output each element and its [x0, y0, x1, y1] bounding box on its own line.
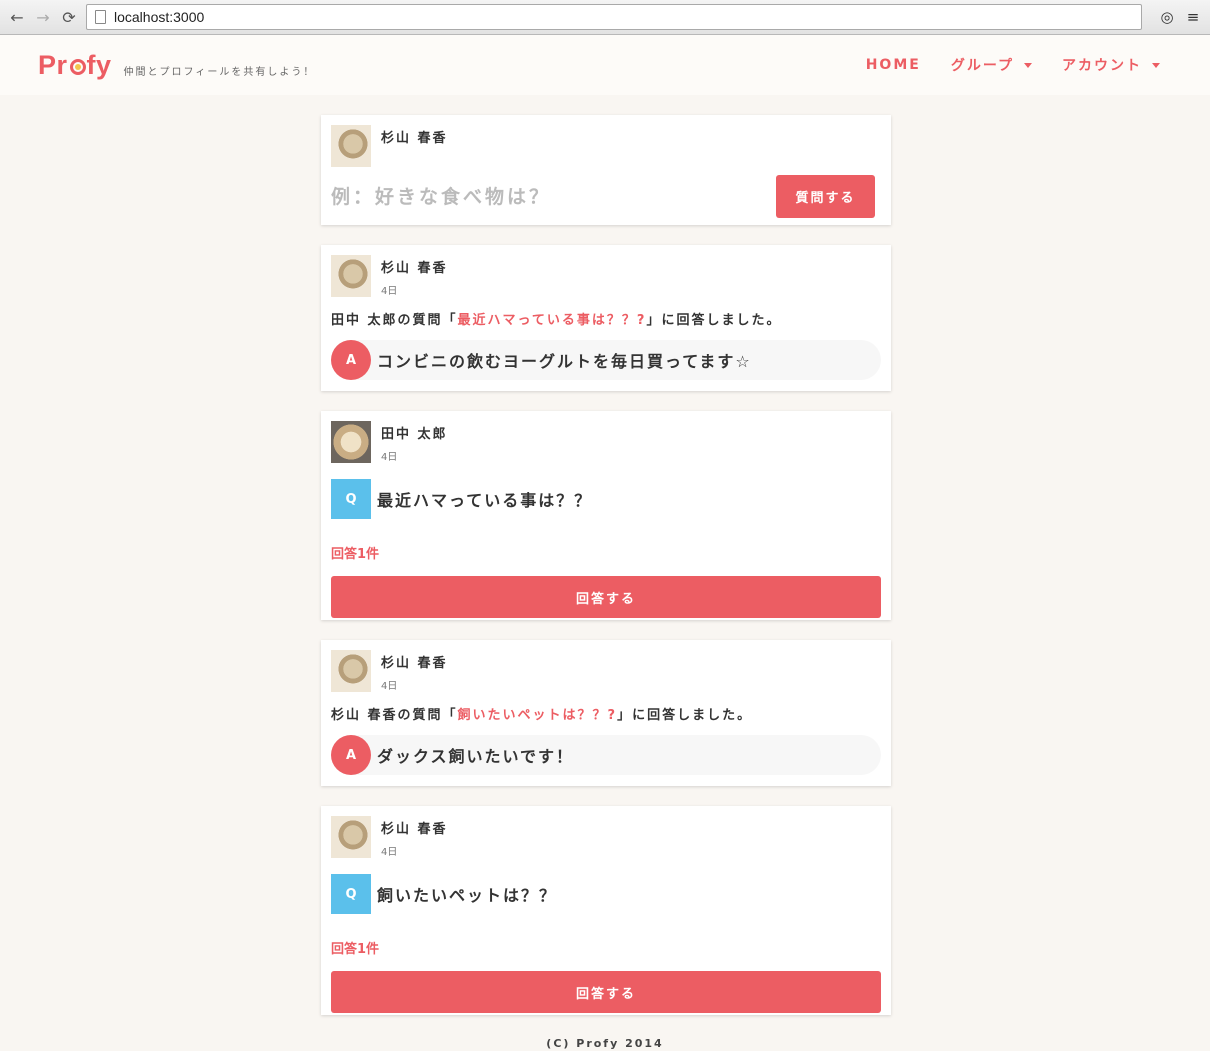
question-row: Q 最近ハマっている事は？？ [331, 479, 881, 519]
forward-icon[interactable]: → [32, 6, 54, 28]
logo-dot-icon [69, 59, 86, 75]
extension-icon[interactable]: ◎ [1156, 6, 1178, 28]
question-row: Q 飼いたいペットは？？ [331, 874, 881, 914]
browser-toolbar: ← → ⟳ localhost:3000 ◎ ≡ [0, 0, 1210, 35]
post-time: 4日 [381, 681, 398, 692]
answer-row: A コンビニの飲むヨーグルトを毎日買ってます☆ [331, 340, 881, 380]
main-nav: HOME グループ アカウント [866, 55, 1160, 75]
avatar[interactable] [331, 650, 371, 692]
user-name[interactable]: 杉山 春香 [381, 257, 448, 276]
answer-button[interactable]: 回答する [331, 576, 881, 618]
activity-suffix: 」に回答しました。 [617, 708, 753, 723]
answer-badge: A [331, 340, 371, 380]
chevron-down-icon [1024, 62, 1032, 68]
footer-copyright: (C) Profy 2014 [546, 1037, 664, 1050]
question-input[interactable] [331, 185, 776, 208]
answer-count-link[interactable]: 回答1件 [331, 938, 881, 957]
post-time: 4日 [381, 847, 398, 858]
page-icon [95, 10, 106, 24]
reload-icon[interactable]: ⟳ [58, 6, 80, 28]
question-text[interactable]: 飼いたいペットは？？ [377, 882, 557, 906]
avatar[interactable] [331, 255, 371, 297]
user-name[interactable]: 杉山 春香 [381, 652, 448, 671]
feed: 杉山 春香 質問する 杉山 春香 4日 田中 太郎の質問「最近ハマっている事は？… [321, 115, 891, 1035]
answer-row: A ダックス飼いたいです！ [331, 735, 881, 775]
user-name[interactable]: 杉山 春香 [381, 127, 448, 146]
activity-prefix: 杉山 春香の質問「 [331, 708, 458, 723]
question-card: 田中 太郎 4日 Q 最近ハマっている事は？？ 回答1件 回答する [321, 411, 891, 620]
answer-button[interactable]: 回答する [331, 971, 881, 1013]
avatar[interactable] [331, 125, 371, 167]
answer-count-link[interactable]: 回答1件 [331, 543, 881, 562]
tagline: 仲間とプロフィールを共有しよう！ [123, 66, 316, 78]
nav-account-dropdown[interactable]: アカウント [1062, 55, 1160, 75]
nav-group-dropdown[interactable]: グループ [951, 55, 1032, 75]
user-row: 杉山 春香 [331, 125, 881, 167]
address-bar[interactable]: localhost:3000 [86, 4, 1142, 30]
user-name[interactable]: 田中 太郎 [381, 423, 448, 442]
logo-text-post: fy [86, 49, 112, 80]
nav-account-label: アカウント [1062, 58, 1142, 74]
question-badge: Q [331, 479, 371, 519]
nav-home-label: HOME [865, 57, 921, 73]
logo-text-pre: Pr [38, 49, 68, 80]
ask-question-card: 杉山 春香 質問する [321, 115, 891, 225]
ask-question-button[interactable]: 質問する [776, 175, 875, 218]
site-header: Pr fy 仲間とプロフィールを共有しよう！ HOME グループ アカウント [0, 35, 1210, 95]
activity-suffix: 」に回答しました。 [646, 313, 782, 328]
answer-text: ダックス飼いたいです！ [377, 747, 575, 766]
answer-card: 杉山 春香 4日 杉山 春香の質問「飼いたいペットは？？?」に回答しました。 A… [321, 640, 891, 786]
user-name[interactable]: 杉山 春香 [381, 818, 448, 837]
avatar[interactable] [331, 421, 371, 463]
answer-badge: A [331, 735, 371, 775]
question-link[interactable]: 最近ハマっている事は？？? [458, 313, 647, 328]
question-badge: Q [331, 874, 371, 914]
answer-card: 杉山 春香 4日 田中 太郎の質問「最近ハマっている事は？？?」に回答しました。… [321, 245, 891, 391]
back-icon[interactable]: ← [6, 6, 28, 28]
activity-text: 田中 太郎の質問「最近ハマっている事は？？?」に回答しました。 [331, 309, 881, 328]
activity-prefix: 田中 太郎の質問「 [331, 313, 458, 328]
question-link[interactable]: 飼いたいペットは？？? [458, 708, 618, 723]
post-time: 4日 [381, 452, 398, 463]
menu-icon[interactable]: ≡ [1182, 6, 1204, 28]
question-text[interactable]: 最近ハマっている事は？？ [377, 487, 592, 511]
post-time: 4日 [381, 286, 398, 297]
url-text: localhost:3000 [114, 9, 205, 25]
logo[interactable]: Pr fy [38, 50, 112, 81]
question-card: 杉山 春香 4日 Q 飼いたいペットは？？ 回答1件 回答する [321, 806, 891, 1015]
chevron-down-icon [1152, 62, 1160, 68]
nav-home[interactable]: HOME [866, 55, 921, 75]
nav-group-label: グループ [950, 58, 1014, 74]
avatar[interactable] [331, 816, 371, 858]
answer-text: コンビニの飲むヨーグルトを毎日買ってます☆ [377, 352, 752, 371]
activity-text: 杉山 春香の質問「飼いたいペットは？？?」に回答しました。 [331, 704, 881, 723]
